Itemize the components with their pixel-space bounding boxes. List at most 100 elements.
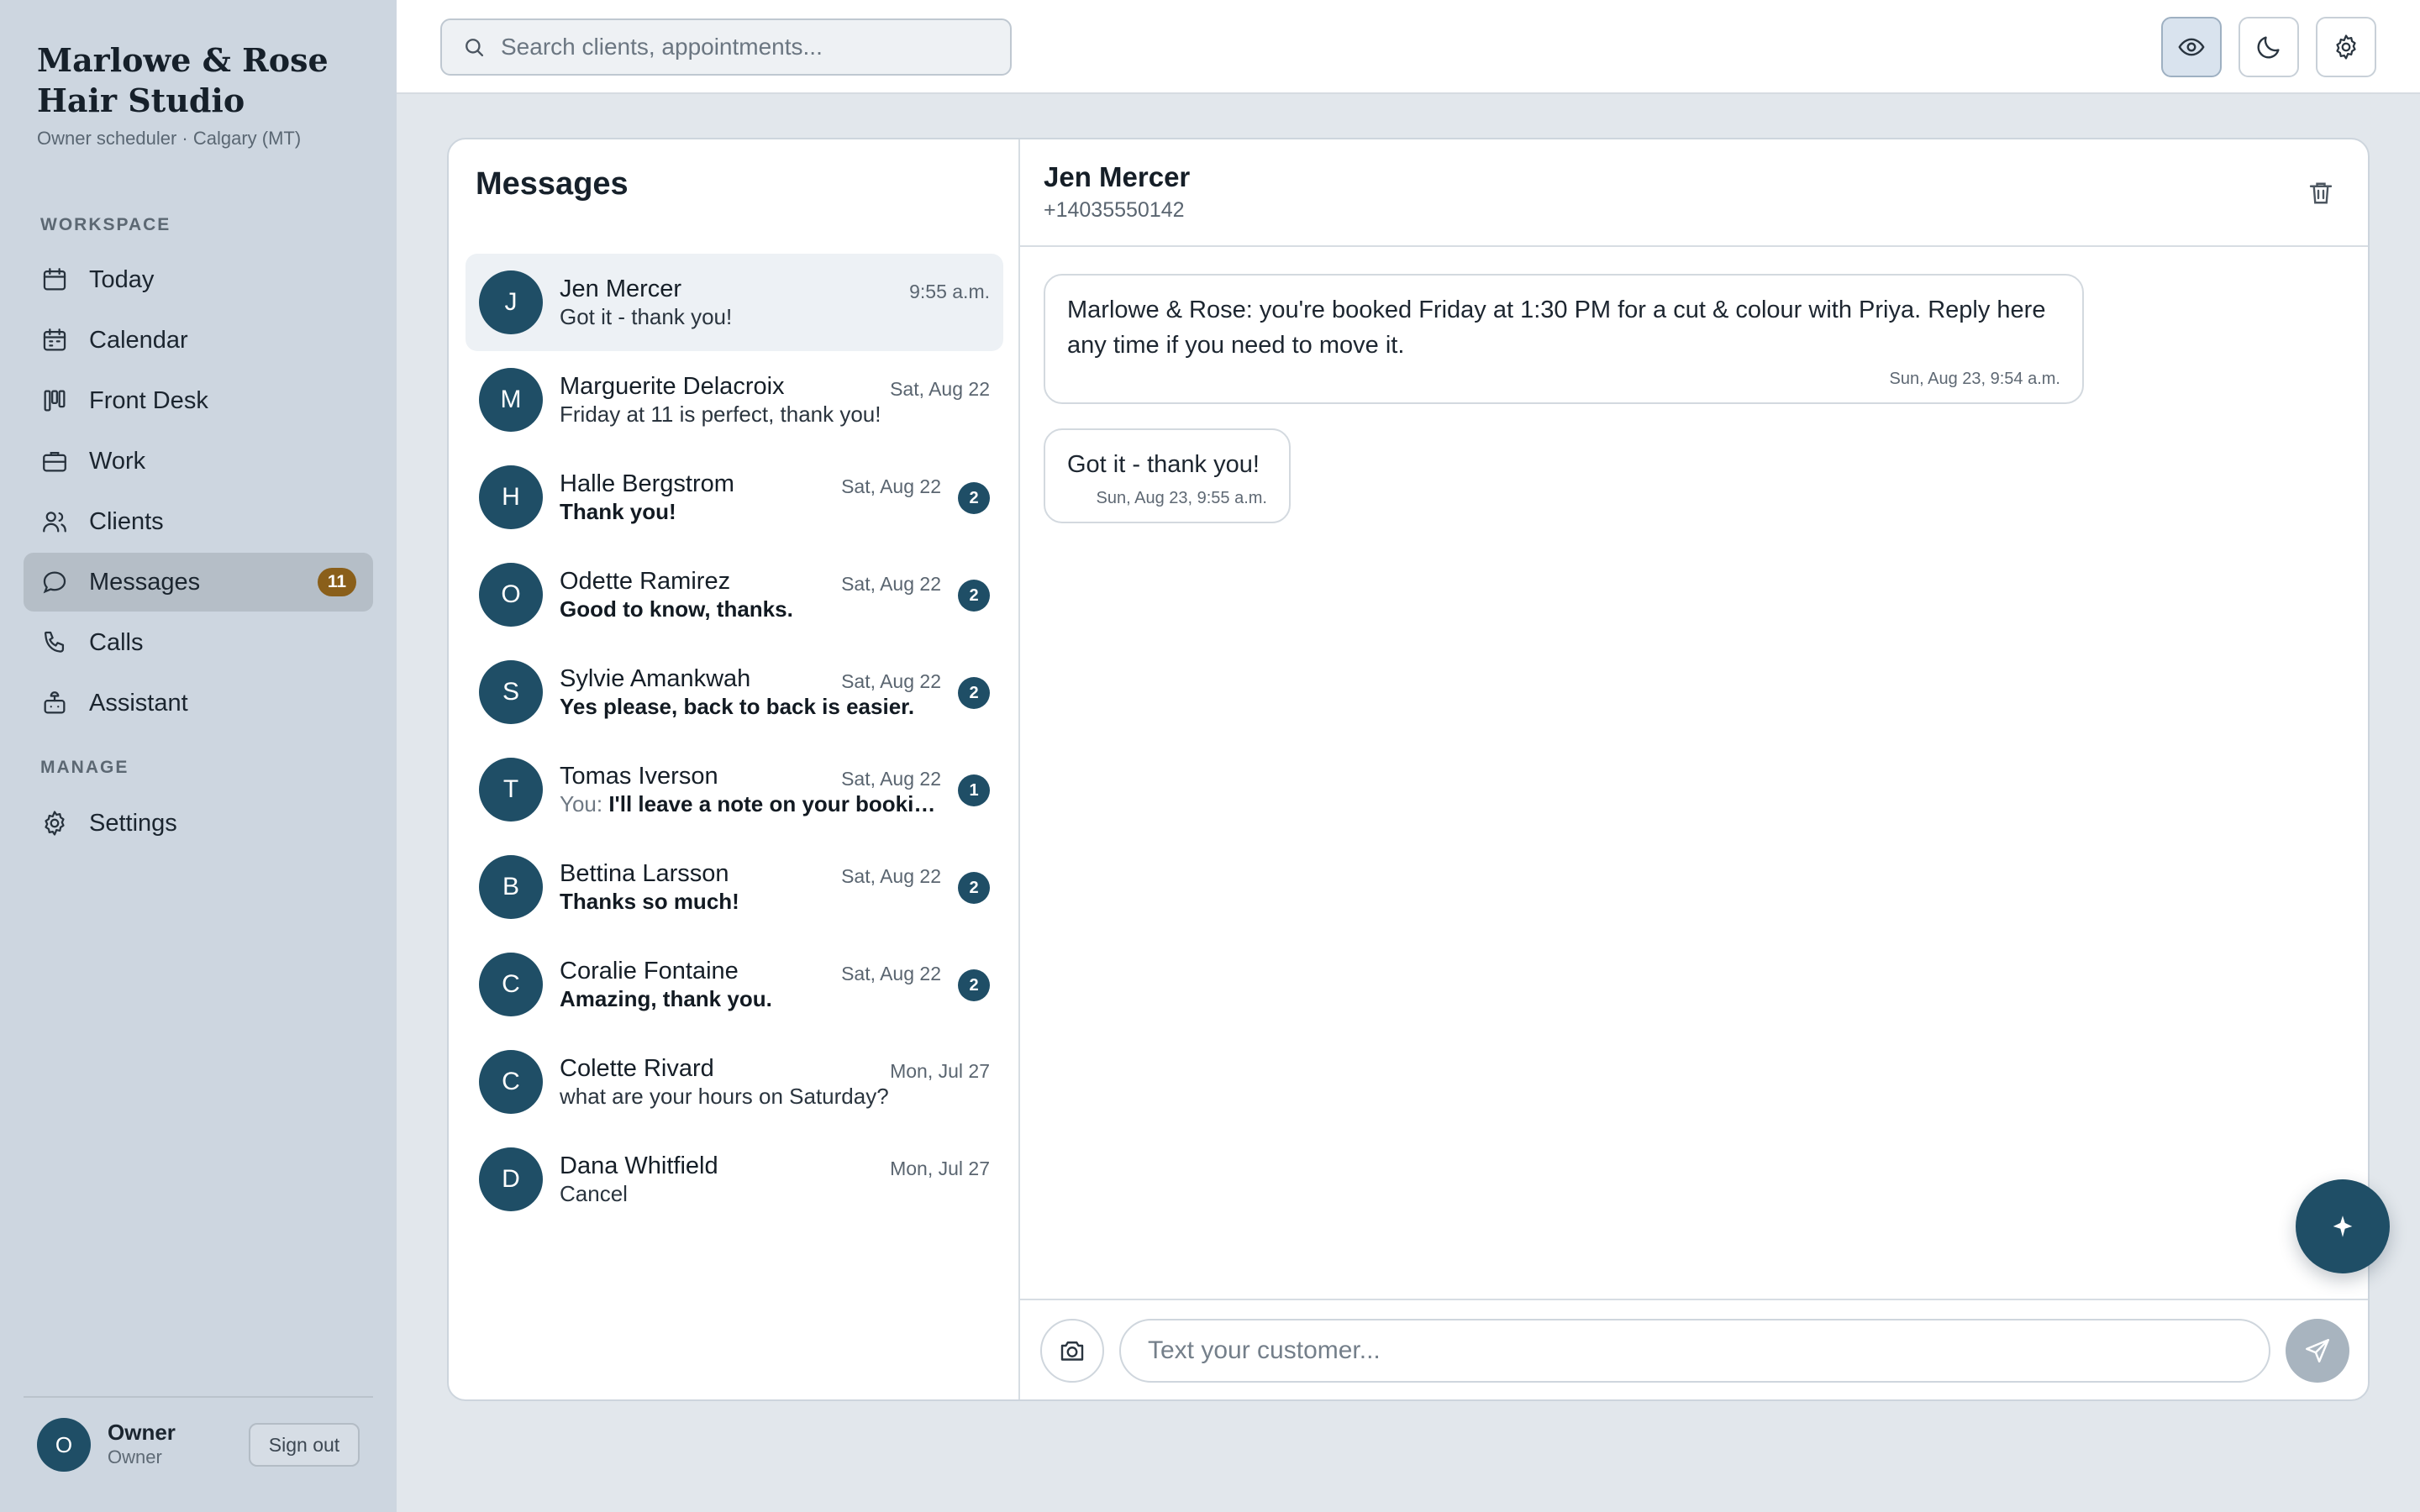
chat-contact-phone: +14035550142: [1044, 198, 1185, 222]
search-icon: [466, 39, 484, 57]
conversation-name: Odette Ramirez: [560, 568, 731, 595]
sidebar-item-assistant[interactable]: Assistant: [24, 674, 373, 732]
sidebar-item-label: Assistant: [89, 689, 188, 717]
unread-count-badge: 2: [958, 872, 990, 904]
brand-title: Marlowe & Rose Hair Studio: [37, 41, 329, 119]
sidebar-item-settings[interactable]: Settings: [24, 794, 373, 853]
conversation-item[interactable]: C Coralie Fontaine Sat, Aug 22 Amazing, …: [466, 936, 1003, 1033]
avatar: M: [479, 368, 543, 432]
conversation-preview: Amazing, thank you.: [560, 986, 772, 1011]
conversation-preview: Good to know, thanks.: [560, 596, 793, 622]
message-composer: [1020, 1299, 2368, 1399]
settings-button[interactable]: [2316, 17, 2376, 77]
kanban-icon: [44, 390, 66, 412]
conversation-time: 9:55 a.m.: [909, 281, 990, 302]
preview-toggle-button[interactable]: [2161, 17, 2222, 77]
calendar-day-icon: [43, 268, 66, 291]
conversation-preview: Got it - thank you!: [560, 304, 733, 329]
gear-icon: [2336, 34, 2356, 60]
conversation-name: Coralie Fontaine: [560, 958, 739, 984]
conversation-name: Marguerite Delacroix: [560, 373, 785, 400]
avatar: C: [479, 953, 543, 1016]
conversation-list: Messages J Jen Mercer 9:55 a.m. Got it -…: [449, 139, 1020, 1399]
bot-icon: [44, 691, 66, 714]
avatar: D: [479, 1147, 543, 1211]
assistant-fab-button[interactable]: [2296, 1179, 2390, 1273]
messages-panel: Messages J Jen Mercer 9:55 a.m. Got it -…: [447, 138, 2370, 1401]
conversation-preview: what are your hours on Saturday?: [560, 1084, 889, 1109]
sidebar-item-calls[interactable]: Calls: [24, 613, 373, 672]
unread-count-badge: 1: [958, 774, 990, 806]
preview-text: I'll leave a note on your booking: [608, 791, 938, 816]
conversation-item[interactable]: H Halle Bergstrom Sat, Aug 22 Thank you!…: [466, 449, 1003, 546]
avatar: C: [479, 1050, 543, 1114]
conversation-name: Colette Rivard: [560, 1055, 714, 1082]
message-input[interactable]: [1119, 1319, 2270, 1383]
unread-count-badge: 2: [958, 677, 990, 709]
send-icon: [2306, 1339, 2329, 1362]
conversation-item[interactable]: T Tomas Iverson Sat, Aug 22 You: I'll le…: [466, 741, 1003, 838]
chat-bubble-icon: [43, 571, 66, 594]
conversation-item[interactable]: O Odette Ramirez Sat, Aug 22 Good to kno…: [466, 546, 1003, 643]
sidebar-item-label: Settings: [89, 809, 177, 837]
camera-icon: [1060, 1341, 1084, 1361]
unread-count-badge: 2: [958, 482, 990, 514]
conversation-preview: Thanks so much!: [560, 889, 739, 914]
unread-count-badge: 2: [958, 969, 990, 1001]
top-bar: [397, 0, 2420, 94]
sidebar-item-work[interactable]: Work: [24, 432, 373, 491]
gear-icon: [45, 811, 65, 836]
avatar: O: [37, 1418, 91, 1472]
trash-icon[interactable]: [2306, 178, 2336, 208]
conversation-item[interactable]: M Marguerite Delacroix Sat, Aug 22 Frida…: [466, 351, 1003, 449]
brand-subtitle: Owner scheduler · Calgary (MT): [37, 128, 302, 149]
avatar: J: [479, 270, 543, 334]
sidebar: Marlowe & Rose Hair Studio Owner schedul…: [0, 0, 397, 1512]
conversation-item[interactable]: J Jen Mercer 9:55 a.m. Got it - thank yo…: [466, 254, 1003, 351]
sidebar-item-messages[interactable]: Messages 11: [24, 553, 373, 612]
conversation-time: Sat, Aug 22: [841, 865, 941, 887]
sign-out-button[interactable]: Sign out: [249, 1423, 360, 1467]
sidebar-item-label: Today: [89, 265, 155, 293]
avatar: B: [479, 855, 543, 919]
dark-mode-button[interactable]: [2238, 17, 2299, 77]
workspace-section-label: WORKSPACE: [40, 215, 171, 234]
attach-photo-button[interactable]: [1040, 1319, 1104, 1383]
sidebar-item-clients[interactable]: Clients: [24, 492, 373, 551]
avatar: T: [479, 758, 543, 822]
conversation-preview: Yes please, back to back is easier.: [560, 694, 915, 719]
conversation-item[interactable]: D Dana Whitfield Mon, Jul 27 Cancel: [466, 1131, 1003, 1228]
chat-thread: Jen Mercer +14035550142 Marlowe & Rose: …: [1020, 139, 2368, 1399]
conversation-time: Mon, Jul 27: [890, 1158, 990, 1179]
message-text: Marlowe & Rose: you're booked Friday at …: [1067, 297, 2046, 359]
conversation-name: Tomas Iverson: [560, 763, 718, 790]
sidebar-item-label: Calls: [89, 628, 144, 656]
page-title: Messages: [476, 166, 629, 202]
user-role: Owner: [108, 1446, 162, 1467]
sidebar-item-label: Messages: [89, 568, 201, 596]
sidebar-item-calendar[interactable]: Calendar: [24, 311, 373, 370]
sidebar-item-label: Calendar: [89, 326, 188, 354]
search-box[interactable]: [440, 18, 1012, 76]
phone-icon: [45, 631, 65, 653]
conversation-name: Halle Bergstrom: [560, 470, 734, 497]
message-text: Got it - thank you!: [1067, 451, 1260, 478]
conversation-time: Mon, Jul 27: [890, 1060, 990, 1082]
conversation-time: Sat, Aug 22: [841, 475, 941, 497]
manage-section-label: MANAGE: [40, 758, 129, 777]
conversation-time: Sat, Aug 22: [890, 378, 990, 400]
you-prefix: You:: [560, 791, 609, 816]
sidebar-item-today[interactable]: Today: [24, 250, 373, 309]
avatar: O: [479, 563, 543, 627]
conversation-item[interactable]: B Bettina Larsson Sat, Aug 22 Thanks so …: [466, 838, 1003, 936]
conversation-time: Sat, Aug 22: [841, 573, 941, 595]
conversation-preview: Thank you!: [560, 499, 676, 524]
conversation-time: Sat, Aug 22: [841, 670, 941, 692]
briefcase-icon: [43, 451, 66, 472]
search-input[interactable]: [501, 34, 988, 60]
conversation-item[interactable]: C Colette Rivard Mon, Jul 27 what are yo…: [466, 1033, 1003, 1131]
conversation-item[interactable]: S Sylvie Amankwah Sat, Aug 22 Yes please…: [466, 643, 1003, 741]
sparkle-icon: [2333, 1215, 2353, 1237]
send-button[interactable]: [2286, 1319, 2349, 1383]
sidebar-item-front-desk[interactable]: Front Desk: [24, 371, 373, 430]
